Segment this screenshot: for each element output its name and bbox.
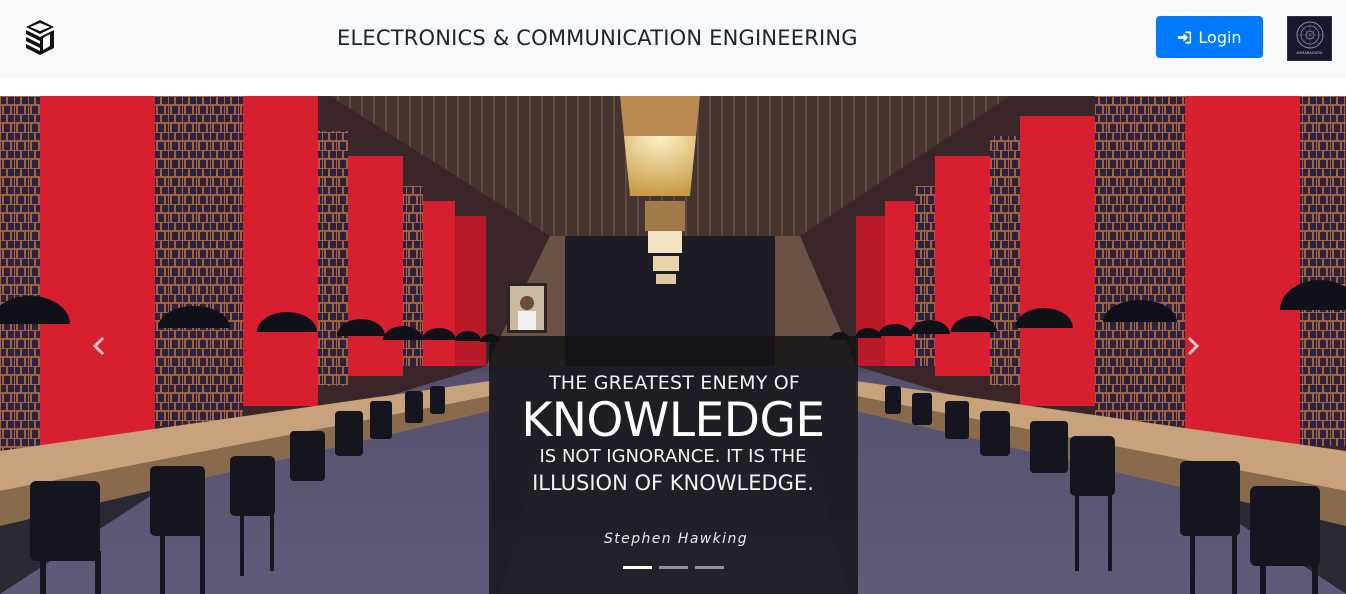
- login-label: Login: [1198, 27, 1242, 47]
- carousel-prev-button[interactable]: [0, 96, 200, 594]
- college-emblem-icon: [1296, 21, 1323, 49]
- carousel-next-button[interactable]: [1146, 96, 1346, 594]
- quote-line-3: IS NOT IGNORANCE. IT IS THE: [539, 446, 807, 467]
- carousel-indicator-2[interactable]: [658, 566, 688, 569]
- quote-author: Stephen Hawking: [604, 531, 748, 547]
- carousel-indicator-3[interactable]: [694, 566, 724, 569]
- quote-headline: KNOWLEDGE: [521, 393, 825, 448]
- navbar: ELECTRONICS & COMMUNICATION ENGINEERING …: [0, 0, 1346, 78]
- sign-in-icon: [1178, 30, 1192, 44]
- page-title: ELECTRONICS & COMMUNICATION ENGINEERING: [337, 26, 858, 50]
- chevron-right-icon: [1187, 336, 1200, 356]
- stacked-cubes-icon[interactable]: [23, 18, 57, 56]
- quote-line-4: ILLUSION OF KNOWLEDGE.: [532, 471, 814, 495]
- carousel-indicator-1[interactable]: [622, 566, 652, 569]
- login-button[interactable]: Login: [1156, 16, 1263, 58]
- quote-line-1: THE GREATEST ENEMY OF: [548, 372, 801, 394]
- college-logo[interactable]: KUMARAGURU: [1287, 16, 1332, 61]
- hero-carousel: THE GREATEST ENEMY OF KNOWLEDGE IS NOT I…: [0, 96, 1346, 594]
- college-logo-text: KUMARAGURU: [1296, 51, 1323, 55]
- carousel-indicators: [0, 566, 1346, 569]
- chevron-left-icon: [92, 336, 105, 356]
